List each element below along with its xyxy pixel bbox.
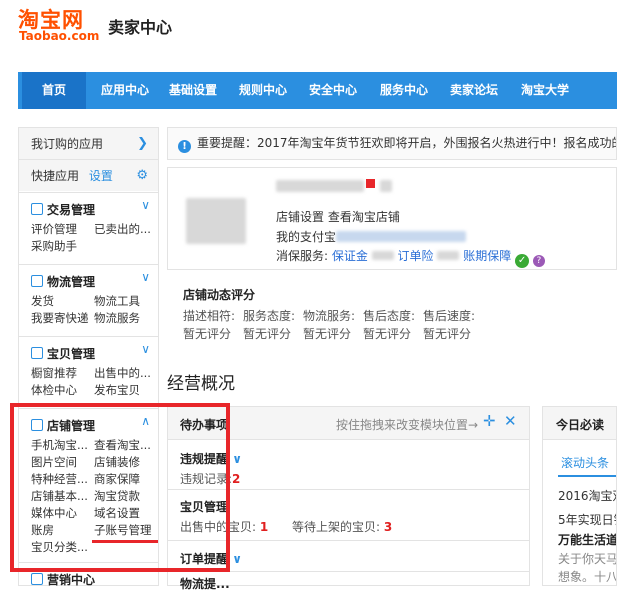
shirt-icon xyxy=(31,347,43,359)
order-insurance-link[interactable]: 订单险 xyxy=(398,249,434,263)
headline-item[interactable]: 想象。十八 xyxy=(558,568,616,585)
headline-item[interactable]: 万能生活道 xyxy=(558,531,616,548)
seller-center-title: 卖家中心 xyxy=(108,18,173,37)
sidebar-item-logistics-service[interactable]: 物流服务 xyxy=(94,310,140,326)
main-nav: 首页 应用中心 基础设置 规则中心 安全中心 服务中心 卖家论坛 淘宝大学 xyxy=(18,72,617,109)
alipay-account-blurred[interactable] xyxy=(336,231,467,242)
business-overview-title: 经营概况 xyxy=(167,374,235,394)
trade-icon xyxy=(31,203,43,215)
quick-apps-settings-link[interactable]: 设置 xyxy=(89,169,113,183)
rating-label-aftersale-attitude: 售后态度: xyxy=(363,309,416,323)
rating-value: 暂无评分 xyxy=(183,327,232,341)
gear-icon[interactable]: ⚙ xyxy=(136,160,148,192)
pending-count[interactable]: 等待上架的宝贝: 3 xyxy=(292,518,392,535)
nav-item-home[interactable]: 首页 xyxy=(22,72,86,109)
sidebar-group-title[interactable]: 营销中心 xyxy=(31,571,95,588)
sidebar-item-purchase-assistant[interactable]: 采购助手 xyxy=(31,238,77,254)
move-icon[interactable]: ✛ xyxy=(483,412,496,430)
headline-item[interactable]: 关于你天马 xyxy=(558,550,616,567)
help-icon[interactable]: ? xyxy=(532,255,545,267)
nav-item-service-center[interactable]: 服务中心 xyxy=(373,72,435,109)
rating-label-service: 服务态度: xyxy=(243,309,296,323)
consumer-protection-label: 消保服务: xyxy=(276,249,329,263)
chevron-down-icon[interactable]: ∨ xyxy=(141,198,150,212)
alipay-label: 我的支付宝 xyxy=(276,230,337,244)
quick-apps-row: 快捷应用 设置 ⚙ xyxy=(19,159,158,191)
headline-item[interactable]: 2016淘宝双 xyxy=(558,487,616,504)
marketing-icon xyxy=(31,573,43,585)
active-tab-indicator xyxy=(558,475,616,477)
check-icon: ✓ xyxy=(515,254,530,268)
highlight-underline xyxy=(92,540,158,543)
sidebar-item-window-recommend[interactable]: 橱窗推荐 xyxy=(31,365,77,381)
sidebar-item-ship[interactable]: 发货 xyxy=(31,293,54,309)
shop-level-icon xyxy=(366,179,375,188)
consumer-protection-row: 消保服务: 保证金 订单险 账期保障 ✓ ? xyxy=(276,247,545,268)
subscribed-apps-row[interactable]: 我订购的应用 ❯ xyxy=(19,127,158,159)
shop-info-card: 店铺设置 查看淘宝店铺 我的支付宝 消保服务: 保证金 订单险 账期保障 ✓ ? xyxy=(167,167,617,270)
shop-badge-blurred xyxy=(380,180,392,192)
today-panel-header: 今日必读 xyxy=(543,407,616,440)
close-icon[interactable]: ✕ xyxy=(504,412,517,430)
chevron-down-icon: ∨ xyxy=(232,552,242,566)
nav-item-security-center[interactable]: 安全中心 xyxy=(302,72,364,109)
rating-value: 暂无评分 xyxy=(303,327,352,341)
nav-item-rules-center[interactable]: 规则中心 xyxy=(232,72,294,109)
chevron-right-icon: ❯ xyxy=(137,136,148,151)
highlight-box xyxy=(10,403,230,572)
rating-value: 暂无评分 xyxy=(423,327,472,341)
headline-item[interactable]: 5年实现日销 xyxy=(558,511,616,528)
notice-bar[interactable]: ! 重要提醒：2017年淘宝年货节狂欢即将开启，外围报名火热进行中！报名成功的 xyxy=(167,127,617,160)
rating-value: 暂无评分 xyxy=(363,327,412,341)
sidebar-item-logistics-tools[interactable]: 物流工具 xyxy=(94,293,140,309)
chevron-down-icon[interactable]: ∨ xyxy=(141,270,150,284)
sidebar-group-trade: 交易管理 ∨ 评价管理 已卖出的... 采购助手 xyxy=(19,192,158,264)
shop-settings-links[interactable]: 店铺设置 查看淘宝店铺 xyxy=(276,208,400,225)
nav-item-basic-settings[interactable]: 基础设置 xyxy=(162,72,224,109)
taobao-logo-domain[interactable]: Taobao.com xyxy=(19,29,99,43)
rating-label-description: 描述相符: xyxy=(183,309,236,323)
sidebar-group-logistics: 物流管理 ∨ 发货 物流工具 我要寄快递 物流服务 xyxy=(19,264,158,336)
rating-value: 暂无评分 xyxy=(243,327,292,341)
rating-label-aftersale-speed: 售后速度: xyxy=(423,309,476,323)
sidebar-item-on-sale[interactable]: 出售中的... xyxy=(94,365,151,381)
sidebar-group-title[interactable]: 交易管理 xyxy=(31,201,95,218)
notice-text: 重要提醒：2017年淘宝年货节狂欢即将开启，外围报名火热进行中！报名成功的 xyxy=(197,136,617,150)
account-guarantee-link[interactable]: 账期保障 xyxy=(463,249,511,263)
sidebar-item-sold-items[interactable]: 已卖出的... xyxy=(94,221,151,237)
nav-item-taobao-university[interactable]: 淘宝大学 xyxy=(514,72,576,109)
truck-icon xyxy=(31,275,43,287)
subscribed-apps-label: 我订购的应用 xyxy=(31,137,104,151)
sidebar-item-health-check[interactable]: 体检中心 xyxy=(31,382,77,398)
logistics-section-title[interactable]: 物流提... xyxy=(180,575,230,592)
guarantee-tag xyxy=(371,251,394,260)
shop-rating-title: 店铺动态评分 xyxy=(183,288,256,302)
today-title: 今日必读 xyxy=(556,418,605,432)
info-icon: ! xyxy=(178,140,191,153)
nav-item-app-center[interactable]: 应用中心 xyxy=(94,72,156,109)
drag-hint: 按住拖拽来改变模块位置→ xyxy=(336,418,479,432)
sidebar-group-title[interactable]: 物流管理 xyxy=(31,273,95,290)
quick-apps-label: 快捷应用 xyxy=(31,169,80,183)
rating-label-logistics: 物流服务: xyxy=(303,309,356,323)
alipay-row: 我的支付宝 xyxy=(276,228,467,245)
insurance-tag xyxy=(437,251,460,260)
chevron-down-icon: ∨ xyxy=(232,452,242,466)
guarantee-link[interactable]: 保证金 xyxy=(332,249,368,263)
nav-item-seller-forum[interactable]: 卖家论坛 xyxy=(443,72,505,109)
sidebar-group-title[interactable]: 宝贝管理 xyxy=(31,345,95,362)
sidebar-item-send-express[interactable]: 我要寄快递 xyxy=(31,310,89,326)
today-must-read-panel: 今日必读 滚动头条 2016淘宝双 5年实现日销 万能生活道 关于你天马 想象。… xyxy=(542,406,617,586)
sidebar-group-goods: 宝贝管理 ∨ 橱窗推荐 出售中的... 体检中心 发布宝贝 xyxy=(19,336,158,408)
tab-scrolling-headlines[interactable]: 滚动头条 xyxy=(561,454,609,471)
chevron-down-icon[interactable]: ∨ xyxy=(141,342,150,356)
shop-name-blurred[interactable] xyxy=(276,180,364,192)
shop-avatar[interactable] xyxy=(186,198,246,244)
sidebar-item-review-mgmt[interactable]: 评价管理 xyxy=(31,221,77,237)
sidebar-item-publish-goods[interactable]: 发布宝贝 xyxy=(94,382,140,398)
